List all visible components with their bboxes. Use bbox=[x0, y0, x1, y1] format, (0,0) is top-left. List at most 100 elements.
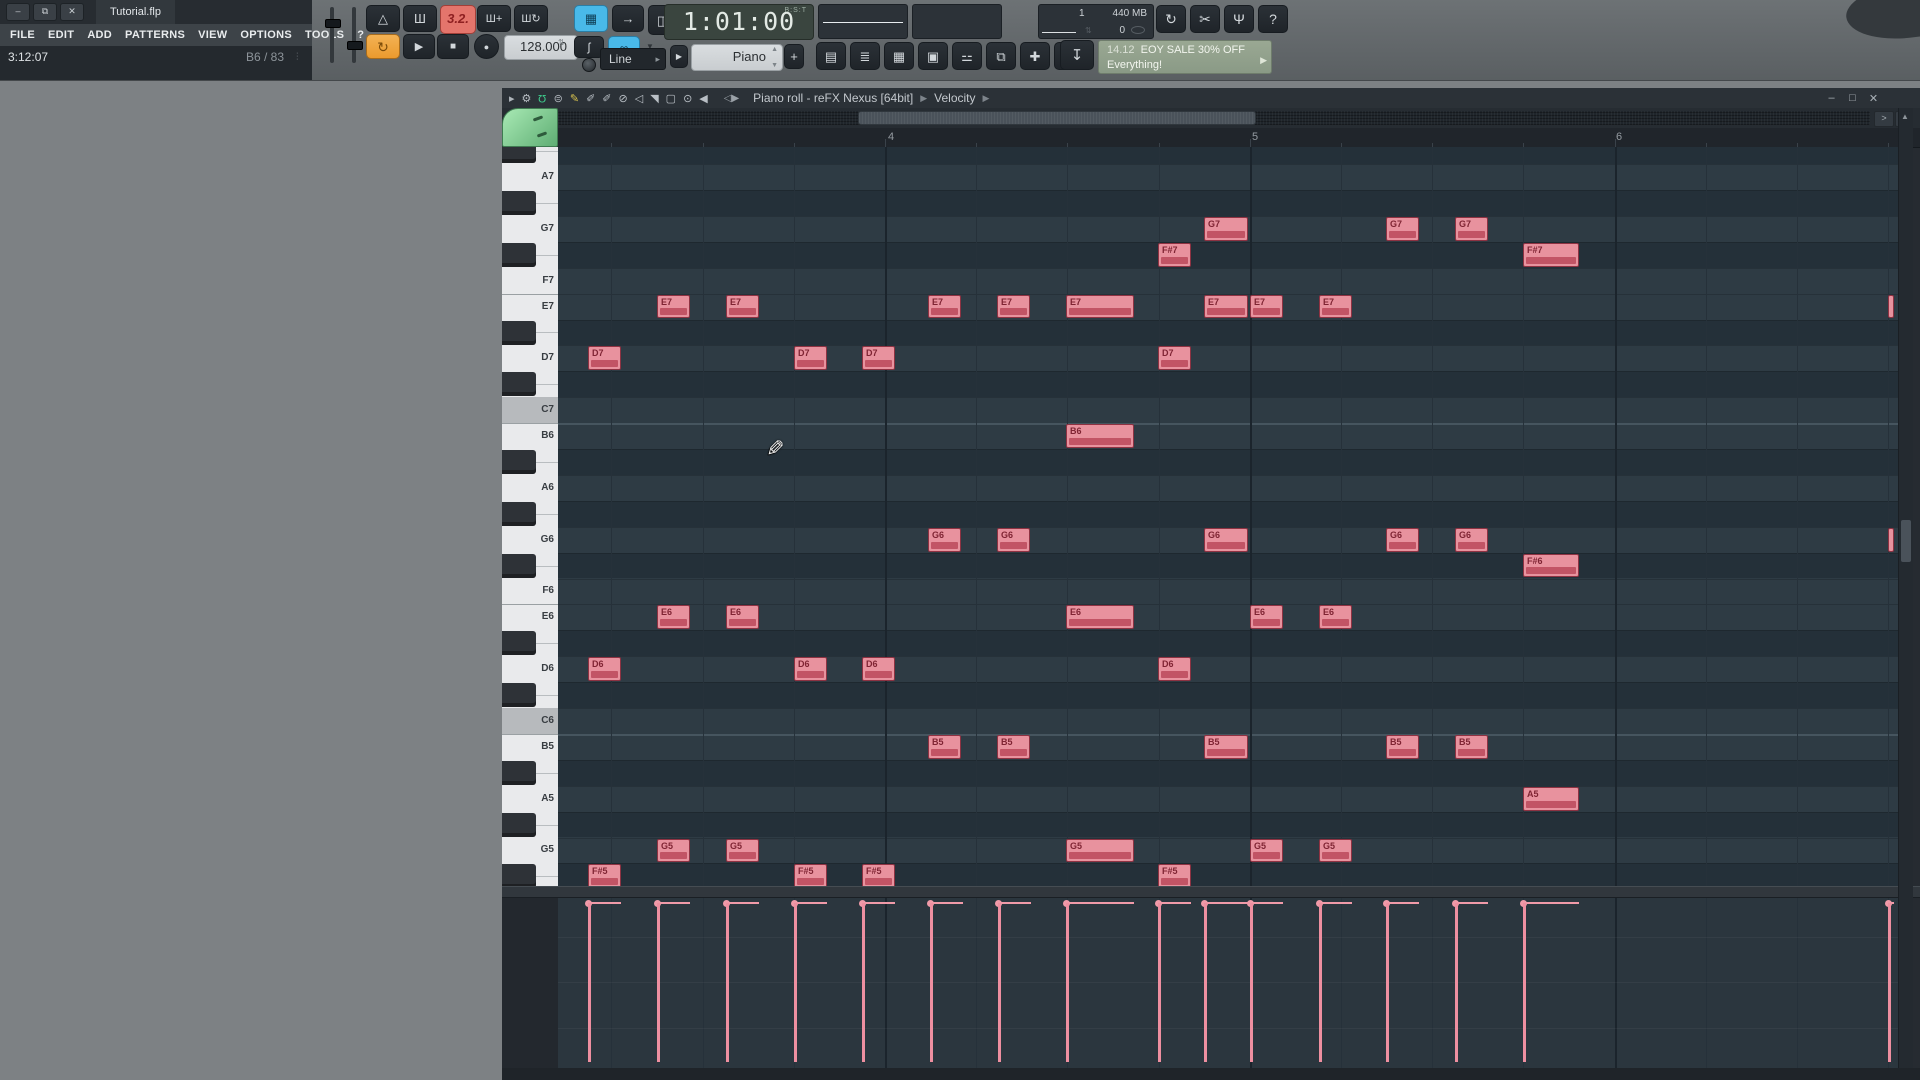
project-tab[interactable]: Tutorial.flp bbox=[96, 0, 175, 24]
piano-keyboard[interactable]: B7A7G7F7E7D7C7B6A6G6F6E6D6C6B5A5G5 bbox=[502, 147, 559, 886]
pr-maximize-button[interactable]: □ bbox=[1842, 92, 1863, 105]
velocity-bar[interactable] bbox=[1319, 903, 1322, 1062]
velocity-bar[interactable] bbox=[1158, 903, 1161, 1062]
note-e7[interactable]: E7 bbox=[928, 294, 961, 319]
restore-button[interactable]: ⧉ bbox=[33, 3, 57, 21]
note-e7[interactable]: E7 bbox=[657, 294, 690, 319]
velocity-bar[interactable] bbox=[1250, 903, 1253, 1062]
bpm-spinner[interactable]: ⇅ bbox=[558, 38, 565, 47]
note-d7[interactable]: D7 bbox=[794, 346, 827, 371]
piano-key-black[interactable] bbox=[502, 320, 536, 345]
velocity-bar[interactable] bbox=[1888, 903, 1891, 1062]
help-button[interactable]: ? bbox=[1258, 5, 1288, 33]
online-refresh-button[interactable]: ↻ bbox=[1156, 5, 1186, 33]
pr-v-scrollbar[interactable]: ▲ bbox=[1898, 108, 1913, 1068]
browser-button[interactable]: ▣ bbox=[918, 42, 948, 70]
tool-knob[interactable] bbox=[582, 58, 596, 72]
overdub-button[interactable]: Ш+ bbox=[477, 5, 511, 32]
cut-tools-button[interactable]: ✂ bbox=[1190, 5, 1220, 33]
piano-key-black[interactable] bbox=[502, 242, 536, 267]
piano-key-black[interactable] bbox=[502, 450, 536, 474]
note-e7[interactable]: E7 bbox=[726, 294, 759, 319]
velocity-bar[interactable] bbox=[794, 903, 797, 1062]
mixer-button[interactable]: ⚍ bbox=[952, 42, 982, 70]
note-d7[interactable]: D7 bbox=[588, 346, 621, 371]
pitch-handle[interactable] bbox=[347, 41, 363, 50]
note-g6[interactable]: G6 bbox=[1455, 527, 1488, 552]
note-b5[interactable]: B5 bbox=[997, 734, 1030, 759]
note-e7[interactable]: E7 bbox=[1250, 294, 1283, 319]
note-g7[interactable]: G7 bbox=[1204, 216, 1248, 241]
velocity-bar[interactable] bbox=[1386, 903, 1389, 1062]
note-fs5[interactable]: F#5 bbox=[1158, 864, 1191, 886]
velocity-bar[interactable] bbox=[1455, 903, 1458, 1062]
draw-pencil-icon[interactable]: ✎ bbox=[570, 92, 579, 105]
note-d7[interactable]: D7 bbox=[862, 346, 895, 371]
note-b5[interactable]: B5 bbox=[1386, 734, 1419, 759]
note-g7[interactable]: G7 bbox=[1455, 216, 1488, 241]
velocity-bar[interactable] bbox=[657, 903, 660, 1062]
piano-key-black[interactable] bbox=[502, 553, 536, 578]
piano-key-black[interactable] bbox=[502, 864, 536, 886]
note-e7[interactable]: E7 bbox=[1204, 294, 1248, 319]
metronome-button[interactable]: △ bbox=[366, 5, 400, 32]
song-loop-button[interactable]: ↻ bbox=[366, 34, 400, 59]
note-fs5[interactable]: F#5 bbox=[794, 864, 827, 886]
pr-minimize-button[interactable]: – bbox=[1821, 92, 1842, 105]
piano-key-black[interactable] bbox=[502, 760, 536, 785]
note-e6[interactable]: E6 bbox=[1250, 605, 1283, 630]
note-g5[interactable]: G5 bbox=[1066, 838, 1134, 863]
volume-handle[interactable] bbox=[325, 19, 341, 28]
piano-key-black[interactable] bbox=[502, 372, 536, 397]
note-d7[interactable]: D7 bbox=[1158, 346, 1191, 371]
delete-icon[interactable]: ⊘ bbox=[619, 92, 628, 105]
menu-item-options[interactable]: OPTIONS bbox=[240, 29, 292, 41]
paint-brush-icon[interactable]: ✐ bbox=[586, 92, 595, 105]
pattern-display[interactable]: 3.2. bbox=[440, 5, 476, 34]
note-e6[interactable]: E6 bbox=[1319, 605, 1352, 630]
piano-key-black[interactable] bbox=[502, 147, 536, 164]
note-g6[interactable]: G6 bbox=[1204, 527, 1248, 552]
velocity-bar[interactable] bbox=[588, 903, 591, 1062]
note-fs7[interactable]: F#7 bbox=[1523, 242, 1579, 267]
step-edit-button[interactable]: → bbox=[612, 5, 644, 32]
note-a5[interactable]: A5 bbox=[1523, 786, 1579, 811]
snap-magnet-icon[interactable]: Ω bbox=[538, 92, 546, 104]
piano-key-black[interactable] bbox=[502, 683, 536, 708]
velocity-bar[interactable] bbox=[862, 903, 865, 1062]
note-fs5[interactable]: F#5 bbox=[862, 864, 895, 886]
spinner-down-icon[interactable]: ▼ bbox=[771, 62, 778, 69]
note-grid[interactable]: G7 G7 G7 F#7 F#7 E7 E7 E7 E7 E7 E7 E7 E7 D7 D7 D7 D7 B6 G6… bbox=[558, 147, 1898, 886]
menu-item-view[interactable]: VIEW bbox=[198, 29, 227, 41]
wrench-icon[interactable]: ⚙ bbox=[522, 92, 532, 105]
snap-tool-select[interactable]: Line ▸ bbox=[600, 48, 666, 70]
note-g5[interactable]: G5 bbox=[657, 838, 690, 863]
target-control-label[interactable]: Velocity bbox=[934, 91, 975, 105]
typing-keyboard-toggle[interactable]: ▦ bbox=[574, 5, 608, 32]
note-e7[interactable]: E7 bbox=[997, 294, 1030, 319]
master-pitch-slider[interactable] bbox=[347, 7, 363, 63]
minimize-button[interactable]: – bbox=[6, 3, 30, 21]
piano-roll-titlebar[interactable]: ▸ ⚙ Ω ⊜ ✎ ✐ ✐ ⊘ ◁ ◥ ▢ ⊙ ◀ ◁▶ Piano roll - reFX Nexus… bbox=[502, 88, 1920, 109]
note-g6[interactable]: G6 bbox=[1386, 527, 1419, 552]
velocity-bar[interactable] bbox=[930, 903, 933, 1062]
note-g6[interactable]: G6 bbox=[997, 527, 1030, 552]
stop-button[interactable]: ■ bbox=[437, 34, 469, 59]
mute-icon[interactable]: ◁ bbox=[635, 92, 643, 105]
piano-key-black[interactable] bbox=[502, 631, 536, 656]
note-fs6[interactable]: F#6 bbox=[1523, 553, 1579, 578]
note-d6[interactable]: D6 bbox=[862, 657, 895, 682]
wait-input-button[interactable]: Ш bbox=[403, 5, 437, 32]
bpm-display[interactable]: 128.000 bbox=[504, 35, 578, 60]
note-g6[interactable]: G6 bbox=[928, 527, 961, 552]
menu-item-patterns[interactable]: PATTERNS bbox=[125, 29, 185, 41]
piano-roll-title[interactable]: Piano roll - reFX Nexus [64bit] bbox=[753, 91, 913, 105]
note-b5[interactable]: B5 bbox=[1455, 734, 1488, 759]
banner-arrow-icon[interactable]: ▶ bbox=[1260, 53, 1267, 68]
paint-sequence-icon[interactable]: ✐ bbox=[602, 92, 611, 105]
velocity-bar[interactable] bbox=[998, 903, 1001, 1062]
add-pattern-button[interactable]: + bbox=[784, 44, 804, 69]
note-d6[interactable]: D6 bbox=[1158, 657, 1191, 682]
play-button[interactable]: ▶ bbox=[403, 34, 435, 59]
sale-banner[interactable]: 14.12 EOY SALE 30% OFF Everything! ▶ bbox=[1098, 40, 1272, 74]
